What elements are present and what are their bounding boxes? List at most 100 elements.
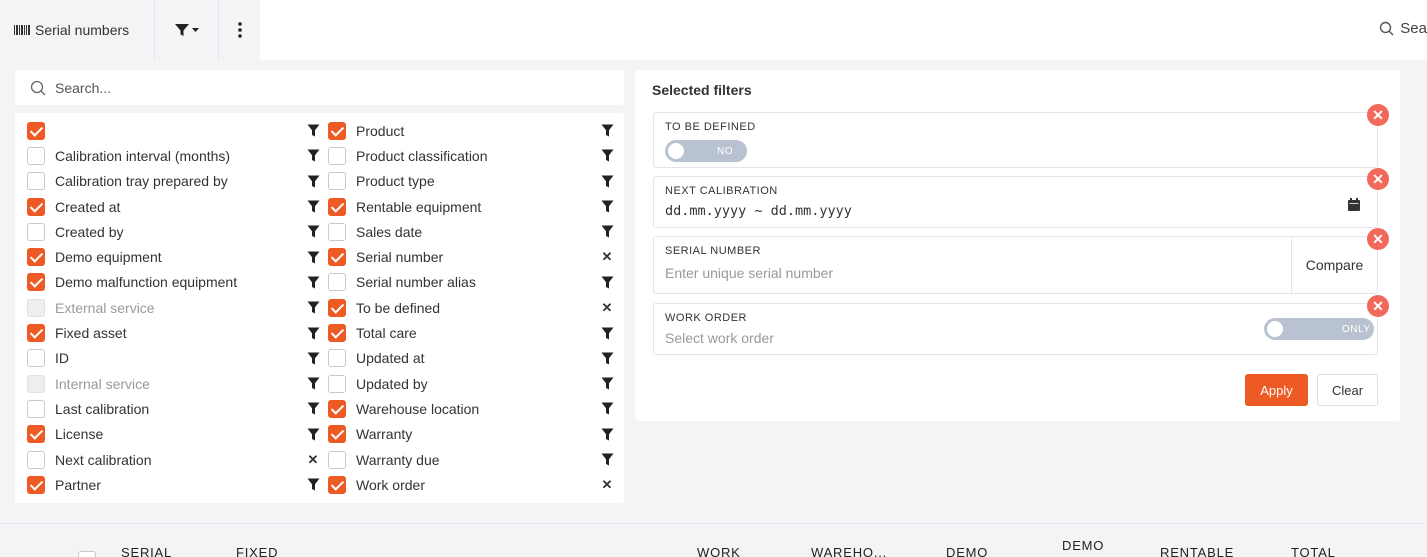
- column-checkbox[interactable]: [27, 197, 45, 216]
- filter-icon[interactable]: [599, 401, 615, 417]
- column-header[interactable]: WAREHO...: [811, 546, 887, 557]
- filter-icon[interactable]: [599, 274, 615, 290]
- column-option[interactable]: Work order ✕: [328, 472, 615, 497]
- date-range-input[interactable]: dd.mm.yyyy ~ dd.mm.yyyy: [665, 203, 852, 219]
- remove-filter-serial-number-button[interactable]: ✕: [1367, 228, 1389, 250]
- column-checkbox[interactable]: [27, 172, 45, 191]
- column-checkbox[interactable]: [328, 475, 346, 494]
- column-checkbox[interactable]: [27, 324, 45, 343]
- column-checkbox[interactable]: [328, 146, 346, 165]
- remove-filter-next-calibration-button[interactable]: ✕: [1367, 168, 1389, 190]
- column-option[interactable]: External service: [27, 295, 327, 320]
- column-checkbox[interactable]: [328, 222, 346, 241]
- remove-filter-icon[interactable]: ✕: [305, 452, 321, 468]
- filter-icon[interactable]: [305, 224, 321, 240]
- filter-icon[interactable]: [305, 401, 321, 417]
- column-option[interactable]: Warehouse location: [328, 396, 615, 421]
- filter-icon[interactable]: [305, 325, 321, 341]
- column-header[interactable]: TOTAL: [1291, 546, 1336, 557]
- column-checkbox[interactable]: [27, 248, 45, 267]
- column-header[interactable]: DEMO: [946, 546, 988, 557]
- column-option[interactable]: Serial number ✕: [328, 244, 615, 269]
- remove-filter-icon[interactable]: ✕: [599, 477, 615, 493]
- column-header[interactable]: SERIAL: [121, 546, 172, 557]
- column-option[interactable]: Calibration tray prepared by: [27, 169, 327, 194]
- filter-icon[interactable]: [305, 123, 321, 139]
- column-checkbox[interactable]: [27, 475, 45, 494]
- filter-icon[interactable]: [305, 376, 321, 392]
- filter-icon[interactable]: [599, 325, 615, 341]
- column-checkbox[interactable]: [328, 324, 346, 343]
- filter-icon[interactable]: [599, 123, 615, 139]
- filter-icon[interactable]: [305, 426, 321, 442]
- column-header[interactable]: RENTABLE: [1160, 546, 1234, 557]
- column-checkbox[interactable]: [328, 425, 346, 444]
- filter-icon[interactable]: [599, 426, 615, 442]
- filter-icon[interactable]: [599, 173, 615, 189]
- column-option[interactable]: Warranty: [328, 422, 615, 447]
- column-checkbox[interactable]: [27, 349, 45, 368]
- column-option[interactable]: Demo equipment: [27, 244, 327, 269]
- filter-icon[interactable]: [305, 249, 321, 265]
- filter-icon[interactable]: [599, 199, 615, 215]
- column-option[interactable]: Warranty due: [328, 447, 615, 472]
- column-option[interactable]: ID: [27, 346, 327, 371]
- clear-button[interactable]: Clear: [1317, 374, 1378, 406]
- column-checkbox[interactable]: [328, 374, 346, 393]
- apply-button[interactable]: Apply: [1245, 374, 1308, 406]
- column-checkbox[interactable]: [27, 121, 45, 140]
- filter-icon[interactable]: [305, 274, 321, 290]
- column-option[interactable]: Serial number alias: [328, 270, 615, 295]
- column-option[interactable]: Created by: [27, 219, 327, 244]
- remove-filter-icon[interactable]: ✕: [599, 300, 615, 316]
- column-option[interactable]: Product type: [328, 169, 615, 194]
- column-option[interactable]: Next calibration ✕: [27, 447, 327, 472]
- column-header[interactable]: DEMO: [1062, 539, 1104, 553]
- filter-icon[interactable]: [305, 300, 321, 316]
- serial-number-input[interactable]: Enter unique serial number: [665, 265, 833, 281]
- column-option[interactable]: To be defined ✕: [328, 295, 615, 320]
- filter-icon[interactable]: [599, 224, 615, 240]
- column-checkbox[interactable]: [328, 197, 346, 216]
- work-order-select[interactable]: Select work order: [665, 330, 774, 346]
- filter-icon[interactable]: [599, 376, 615, 392]
- remove-filter-icon[interactable]: ✕: [599, 249, 615, 265]
- remove-filter-work-order-button[interactable]: ✕: [1367, 295, 1389, 317]
- column-option[interactable]: Demo malfunction equipment: [27, 270, 327, 295]
- column-option[interactable]: Created at: [27, 194, 327, 219]
- column-checkbox[interactable]: [328, 450, 346, 469]
- column-option[interactable]: Total care: [328, 320, 615, 345]
- view-tab-title[interactable]: Serial numbers: [0, 0, 155, 60]
- column-option[interactable]: Partner: [27, 472, 327, 497]
- column-checkbox[interactable]: [27, 399, 45, 418]
- more-options-button[interactable]: [219, 0, 260, 60]
- filter-dropdown-button[interactable]: [155, 0, 219, 60]
- column-option[interactable]: Sales date: [328, 219, 615, 244]
- column-checkbox[interactable]: [328, 298, 346, 317]
- column-option[interactable]: Calibration interval (months): [27, 143, 327, 168]
- column-option[interactable]: Updated at: [328, 346, 615, 371]
- filter-icon[interactable]: [305, 477, 321, 493]
- column-option[interactable]: Rentable equipment: [328, 194, 615, 219]
- filter-icon[interactable]: [305, 350, 321, 366]
- global-search[interactable]: Sea: [1379, 20, 1427, 37]
- remove-filter-to-be-defined-button[interactable]: ✕: [1367, 104, 1389, 126]
- column-checkbox[interactable]: [328, 248, 346, 267]
- work-order-only-toggle[interactable]: ONLY: [1264, 318, 1374, 340]
- compare-button[interactable]: Compare: [1291, 237, 1377, 293]
- column-option[interactable]: Updated by: [328, 371, 615, 396]
- filter-icon[interactable]: [305, 148, 321, 164]
- calendar-icon[interactable]: [1348, 198, 1360, 211]
- column-checkbox[interactable]: [27, 273, 45, 292]
- column-checkbox[interactable]: [27, 425, 45, 444]
- column-option[interactable]: Product: [328, 118, 615, 143]
- to-be-defined-toggle[interactable]: NO: [665, 140, 747, 162]
- column-checkbox[interactable]: [328, 273, 346, 292]
- column-checkbox[interactable]: [328, 399, 346, 418]
- column-option[interactable]: [27, 118, 327, 143]
- select-all-checkbox[interactable]: [78, 551, 96, 557]
- column-checkbox[interactable]: [27, 146, 45, 165]
- filter-icon[interactable]: [305, 199, 321, 215]
- column-search-input[interactable]: [55, 79, 575, 96]
- column-option[interactable]: Last calibration: [27, 396, 327, 421]
